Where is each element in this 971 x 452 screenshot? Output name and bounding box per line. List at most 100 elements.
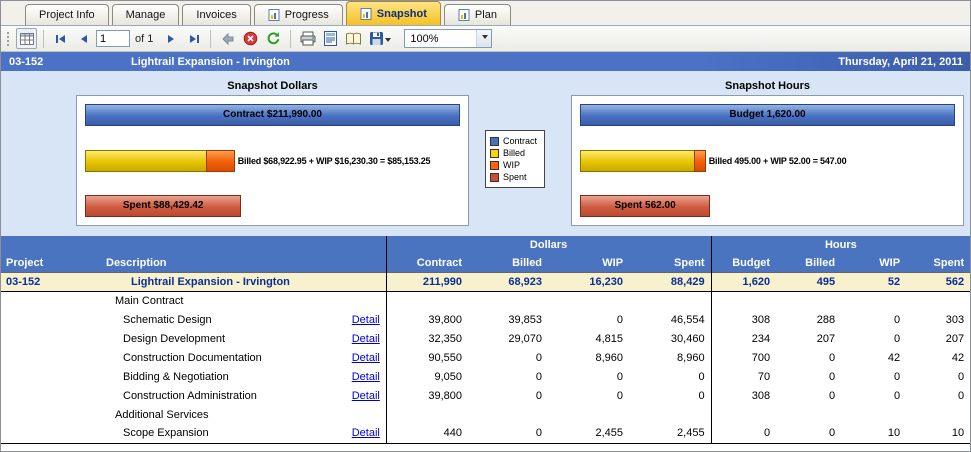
spent-bar-label: Spent $88,429.42 (86, 196, 240, 216)
detail-link[interactable]: Detail (352, 333, 380, 345)
legend-item-contract: Contract (490, 136, 537, 146)
cell-billed: 39,853 (468, 310, 548, 329)
cell-wip: 2,455 (548, 424, 629, 443)
table-row: Schematic Design Detail 39,800 39,853 0 … (1, 310, 970, 329)
tab-snapshot[interactable]: Snapshot (346, 1, 441, 25)
billed-hours-bar-row: Billed 495.00 + WIP 52.00 = 547.00 (580, 150, 955, 172)
cell-hours-billed: 0 (776, 367, 841, 386)
detail-link[interactable]: Detail (352, 352, 380, 364)
cell-hours-spent: 10 (906, 424, 970, 443)
group-header-row: Dollars Hours (1, 236, 970, 254)
tab-plan[interactable]: Plan (444, 4, 511, 25)
page-setup-button[interactable] (343, 28, 364, 49)
next-page-button[interactable] (160, 28, 181, 49)
col-header-wip: WIP (548, 254, 629, 272)
print-layout-button[interactable] (320, 28, 341, 49)
col-header-description: Description (101, 254, 386, 272)
tab-progress[interactable]: Progress (254, 4, 343, 25)
item-description: Construction Documentation (101, 348, 346, 367)
contract-swatch (490, 137, 499, 146)
col-header-budget: Budget (711, 254, 776, 272)
layout-grid-button[interactable] (16, 28, 37, 49)
hours-chart: Snapshot Hours Budget 1,620.00 Billed 49… (571, 80, 964, 226)
cell-hours-wip: 42 (841, 348, 906, 367)
cell-wip: 4,815 (548, 329, 629, 348)
cancel-button[interactable] (240, 28, 261, 49)
cell-hours-billed: 495 (776, 272, 841, 291)
cell-contract: 211,990 (386, 272, 468, 291)
budget-bar: Budget 1,620.00 (580, 104, 955, 126)
last-page-button[interactable] (183, 28, 204, 49)
section-row: Main Contract (1, 291, 970, 310)
cell-wip: 0 (548, 367, 629, 386)
table-row: Construction Documentation Detail 90,550… (1, 348, 970, 367)
spent-hours-bar-label: Spent 562.00 (581, 196, 709, 216)
cell-hours-wip: 0 (841, 310, 906, 329)
billed-hours-bar (580, 150, 695, 172)
previous-page-icon (77, 32, 91, 46)
tab-manage[interactable]: Manage (112, 4, 180, 25)
snapshot-charts: Snapshot Dollars Contract $211,990.00 Bi… (1, 71, 970, 236)
cell-contract: 32,350 (386, 329, 468, 348)
toolbar-grip[interactable] (6, 31, 10, 47)
dollars-chart: Snapshot Dollars Contract $211,990.00 Bi… (76, 80, 469, 226)
tab-project-info[interactable]: Project Info (25, 4, 109, 25)
toolbar-separator (43, 30, 44, 48)
cell-contract: 90,550 (386, 348, 468, 367)
spent-bar: Spent $88,429.42 (85, 195, 241, 217)
cell-hours-wip: 10 (841, 424, 906, 443)
spent-hours-bar-row: Spent 562.00 (580, 195, 955, 217)
cell-contract: 39,800 (386, 386, 468, 405)
page-preview-icon (324, 31, 337, 46)
previous-page-button[interactable] (73, 28, 94, 49)
billed-bar-row: Billed $68,922.95 + WIP $16,230.30 = $85… (85, 150, 460, 172)
table-row: Bidding & Negotiation Detail 9,050 0 0 0… (1, 367, 970, 386)
billed-bar-label: Billed $68,922.95 + WIP $16,230.30 = $85… (238, 150, 431, 172)
detail-link[interactable]: Detail (352, 427, 380, 439)
hours-chart-panel: Budget 1,620.00 Billed 495.00 + WIP 52.0… (571, 95, 964, 226)
detail-link[interactable]: Detail (352, 314, 380, 326)
cell-spent: 8,960 (629, 348, 711, 367)
detail-link[interactable]: Detail (352, 371, 380, 383)
cell-hours-wip: 0 (841, 386, 906, 405)
section-title: Main Contract (101, 291, 386, 310)
export-button[interactable] (366, 28, 394, 49)
cell-spent: 30,460 (629, 329, 711, 348)
col-header-hours-spent: Spent (906, 254, 970, 272)
refresh-icon (266, 31, 281, 46)
cell-hours-spent: 562 (906, 272, 970, 291)
cancel-icon (243, 31, 258, 46)
snapshot-table: Dollars Hours Project Description Contra… (1, 236, 970, 444)
wip-hours-bar (694, 150, 706, 172)
table-row: Construction Administration Detail 39,80… (1, 386, 970, 405)
tab-invoices[interactable]: Invoices (182, 4, 250, 25)
page-number-input[interactable] (96, 30, 130, 47)
hours-chart-title: Snapshot Hours (571, 80, 964, 92)
cell-project: 03-152 (1, 272, 101, 291)
back-button[interactable] (217, 28, 238, 49)
cell-contract: 9,050 (386, 367, 468, 386)
col-header-billed: Billed (468, 254, 548, 272)
back-arrow-icon (220, 31, 236, 47)
column-header-row: Project Description Contract Billed WIP … (1, 254, 970, 272)
contract-bar: Contract $211,990.00 (85, 104, 460, 126)
cell-spent: 0 (629, 386, 711, 405)
first-page-button[interactable] (50, 28, 71, 49)
chevron-down-icon (482, 35, 488, 42)
print-button[interactable] (297, 28, 318, 49)
section-row: Additional Services (1, 405, 970, 424)
item-description: Scope Expansion (101, 424, 346, 443)
cell-billed: 0 (468, 386, 548, 405)
cell-hours-billed: 288 (776, 310, 841, 329)
report-title-bar: 03-152 Lightrail Expansion - Irvington T… (1, 52, 970, 71)
billed-swatch (490, 149, 499, 158)
col-header-project: Project (1, 254, 101, 272)
zoom-combobox[interactable]: 100% (404, 29, 492, 48)
cell-hours-wip: 52 (841, 272, 906, 291)
detail-link[interactable]: Detail (352, 390, 380, 402)
printer-icon (300, 31, 316, 46)
spent-swatch (490, 173, 499, 182)
group-header-hours: Hours (711, 236, 970, 254)
zoom-dropdown-button[interactable] (476, 30, 491, 47)
refresh-button[interactable] (263, 28, 284, 49)
